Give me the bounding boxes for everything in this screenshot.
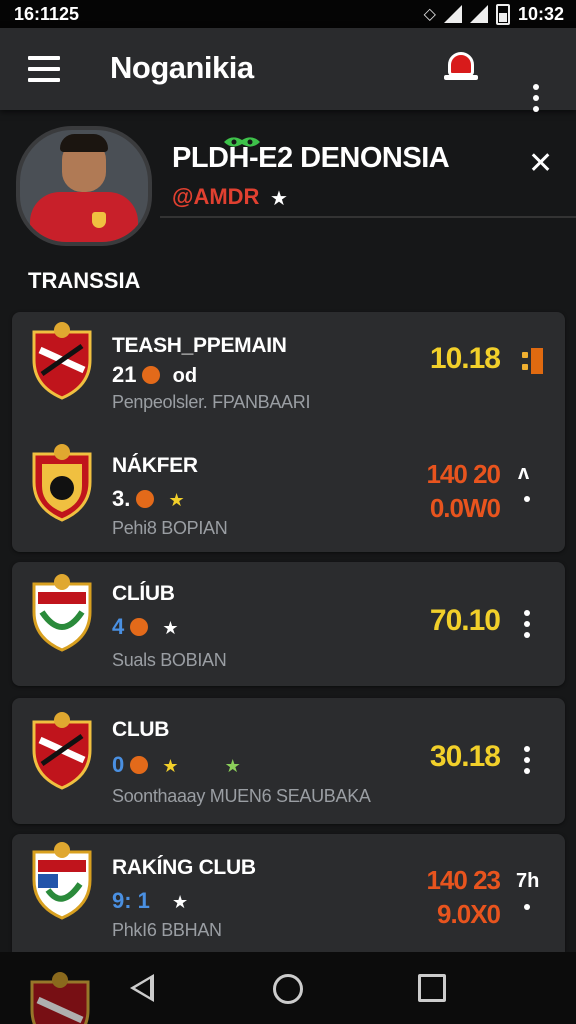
profile-handle[interactable]: @AMDR xyxy=(172,184,259,210)
ball-icon xyxy=(130,618,149,636)
system-nav-bar xyxy=(0,952,576,1024)
row-stat-value: 9: 1 xyxy=(112,888,150,913)
notification-icon[interactable] xyxy=(444,50,478,86)
club-crest-icon xyxy=(28,320,96,400)
row-description: Suals BOBIAN xyxy=(112,650,227,670)
row-name: CLÍUB xyxy=(112,582,175,605)
row-stat: 21 od xyxy=(112,362,197,388)
ball-icon xyxy=(130,756,149,774)
club-crest-icon xyxy=(26,970,94,1024)
app-bar: Noganikia xyxy=(0,28,576,112)
star-icon: ★ xyxy=(162,618,179,638)
star-icon: ★ xyxy=(168,490,185,510)
club-card: CLUB 0 ★ ★ Soonthaaay MUEN6 SEAUBAKA 30.… xyxy=(12,698,565,824)
club-card: CLÍUB 4 ★ Suals BOBIAN 70.10 xyxy=(12,562,565,686)
row-stat: 4 ★ xyxy=(112,614,179,640)
home-icon[interactable] xyxy=(273,974,303,1004)
star-icon: ★ xyxy=(172,892,189,912)
row-name: RAKÍNG CLUB xyxy=(112,856,256,879)
row-value-secondary: 9.0X0 xyxy=(437,899,501,929)
row-description: Pehi8 BOPIAN xyxy=(112,518,228,538)
row-value-primary: 140 20 xyxy=(426,459,501,489)
status-time-right: 10:32 xyxy=(517,3,564,24)
divider xyxy=(160,216,576,218)
avatar[interactable] xyxy=(16,126,152,246)
row-stat: 3. ★ xyxy=(112,486,185,512)
row-value-secondary: 0.0W0 xyxy=(429,493,501,523)
club-crest-icon xyxy=(28,572,96,652)
profile-name: PLDH-E2 DENONSIA xyxy=(172,142,450,174)
row-side-label: 7h xyxy=(516,870,540,892)
ball-icon xyxy=(136,490,155,508)
row-name: NÁKFER xyxy=(112,454,198,477)
back-icon[interactable] xyxy=(130,974,154,1002)
row-stat-value: 4 xyxy=(112,614,125,639)
profile-header: PLDH-E2 DENONSIA @AMDR ★ ✕ TRANSSIA xyxy=(0,110,576,306)
status-icons: ◇ 10:32 xyxy=(423,3,564,25)
row-side-label: ʌ xyxy=(518,462,530,484)
bar-chart-icon[interactable] xyxy=(522,348,544,374)
row-stat-value: 21 xyxy=(112,362,137,387)
star-icon: ★ xyxy=(162,756,179,776)
close-icon[interactable]: ✕ xyxy=(528,146,553,181)
more-options-icon[interactable] xyxy=(531,84,541,112)
club-crest-icon xyxy=(28,442,96,522)
row-value: 10.18 xyxy=(429,342,501,375)
row-value: 30.18 xyxy=(429,740,501,773)
more-options-icon[interactable] xyxy=(522,610,532,638)
row-stat: 9: 1 ★ xyxy=(112,888,188,914)
club-card: RAKÍNG CLUB 9: 1 ★ PhkI6 BBHAN 140 23 9.… xyxy=(12,834,565,952)
ball-icon xyxy=(142,366,161,384)
menu-icon[interactable] xyxy=(28,56,60,82)
row-name: TEASH_PPEMAIN xyxy=(112,334,287,357)
verified-star-icon: ★ xyxy=(270,188,288,210)
row-name: CLUB xyxy=(112,718,170,741)
row-stat-value: 0 xyxy=(112,752,125,777)
more-options-icon[interactable] xyxy=(522,496,532,502)
row-stat-suffix: od xyxy=(172,365,198,387)
row-description: Soonthaaay MUEN6 SEAUBAKA xyxy=(112,786,371,806)
club-card-group: TEASH_PPEMAIN 21 od Penpeolsler. FPANBAA… xyxy=(12,312,565,552)
star-icon-2: ★ xyxy=(224,756,241,776)
signal-icon xyxy=(443,5,462,23)
row-value-primary: 140 23 xyxy=(426,865,501,895)
club-crest-icon xyxy=(28,840,96,920)
profile-subtitle: TRANSSIA xyxy=(28,268,141,293)
row-stat: 0 ★ ★ xyxy=(112,752,241,778)
signal-icon-2 xyxy=(469,5,488,23)
row-description: PhkI6 BBHAN xyxy=(112,920,222,940)
row-description: Penpeolsler. FPANBAARI xyxy=(112,392,311,412)
recent-apps-icon[interactable] xyxy=(418,974,446,1002)
more-options-icon[interactable] xyxy=(522,746,532,774)
club-crest-icon xyxy=(28,710,96,790)
more-options-icon[interactable] xyxy=(522,904,532,910)
status-time-left: 16:1125 xyxy=(14,3,80,24)
wifi-icon: ◇ xyxy=(423,6,436,23)
battery-icon xyxy=(495,3,510,25)
row-stat-value: 3. xyxy=(112,486,131,511)
status-bar: 16:1125 ◇ 10:32 xyxy=(0,0,576,28)
row-value: 70.10 xyxy=(429,604,501,637)
app-title: Noganikia xyxy=(110,50,254,85)
